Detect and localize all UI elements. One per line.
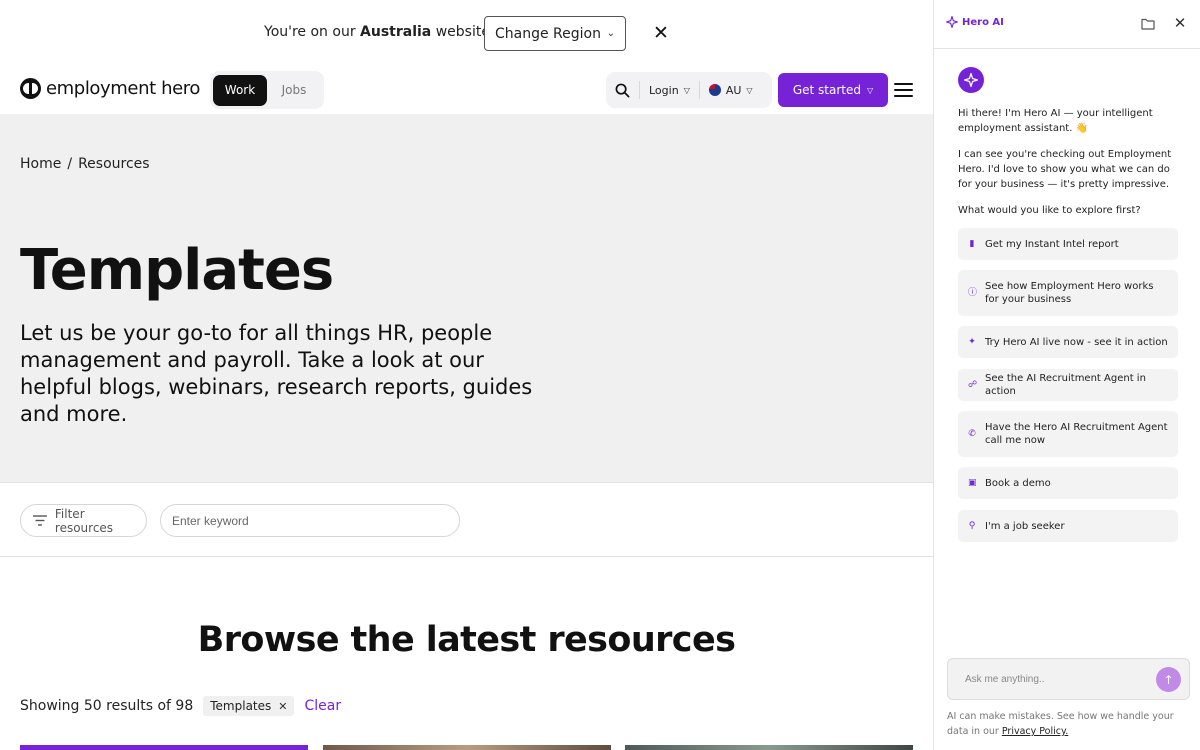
option-recruitment-agent[interactable]: ☍ See the AI Recruitment Agent in action [958,369,1178,401]
work-jobs-toggle: Work Jobs [210,71,324,109]
bar-chart-icon: ▮ [969,238,975,249]
logo-text: employment hero [46,78,200,99]
menu-icon[interactable] [894,80,914,100]
chevron-down-icon: ▽ [867,85,874,95]
results-count: Showing 50 results of 98 [20,698,194,714]
filter-resources-button[interactable]: Filter resources [20,504,147,537]
option-label: Have the Hero AI Recruitment Agent call … [985,422,1168,446]
main-page: You're on our Australia website Change R… [0,0,933,750]
privacy-policy-link[interactable]: Privacy Policy. [1002,726,1068,737]
option-instant-intel[interactable]: ▮ Get my Instant Intel report [958,228,1178,260]
login-label: Login [649,83,679,97]
info-circle-icon: ⓘ [968,287,978,298]
region-country: Australia [360,24,432,40]
clear-filters-link[interactable]: Clear [304,698,341,714]
get-started-label: Get started [792,83,861,97]
australia-flag-icon [708,84,721,96]
breadcrumb: Home / Resources [20,156,150,172]
panel-brand: Hero AI [946,16,1004,28]
remove-filter-icon[interactable]: ✕ [278,700,287,713]
option-label: Book a demo [985,477,1051,489]
chat-input-box: ↑ [947,658,1190,700]
assistant-intro: I can see you're checking out Employment… [958,149,1172,190]
option-label: I'm a job seeker [985,520,1065,532]
top-nav: employment hero Work Jobs Login ▽ AU ▽ G… [0,66,933,114]
region-menu[interactable]: AU ▽ [700,84,762,97]
sparkle-icon [946,16,958,28]
region-banner: You're on our Australia website Change R… [0,0,933,66]
option-label: Get my Instant Intel report [985,238,1119,250]
nav-utility-group: Login ▽ AU ▽ [606,72,772,108]
person-icon: ⚲ [968,520,976,531]
search-button[interactable] [606,72,639,108]
toggle-work[interactable]: Work [213,74,267,106]
results-summary: Showing 50 results of 98 Templates ✕ Cle… [20,696,341,716]
arrow-up-icon: ↑ [1163,672,1174,687]
ai-disclaimer: AI can make mistakes. See how we handle … [947,709,1192,739]
chat-input[interactable] [948,659,1153,699]
option-try-hero-ai[interactable]: ✦ Try Hero AI live now - see it in actio… [958,326,1178,358]
hero-ai-panel: Hero AI ✕ Hi there! I'm Hero AI — your i… [933,0,1200,750]
chevron-down-icon: ▽ [683,85,690,95]
breadcrumb-home[interactable]: Home [20,156,61,172]
keyword-input[interactable] [160,504,460,537]
change-region-label: Change Region [495,25,601,42]
filter-icon [33,515,47,526]
option-label: See how Employment Hero works for your b… [985,281,1154,305]
user-plus-icon: ☍ [968,379,978,390]
close-icon[interactable]: ✕ [1172,15,1188,31]
assistant-avatar [958,67,984,93]
change-region-select[interactable]: Change Region ⌄ [484,16,626,51]
option-label: See the AI Recruitment Agent in action [985,373,1146,397]
breadcrumb-separator: / [67,156,73,172]
close-icon[interactable]: ✕ [650,22,672,44]
breadcrumb-current[interactable]: Resources [78,156,150,172]
region-suffix: website [431,24,490,40]
send-button[interactable]: ↑ [1156,667,1181,692]
phone-icon: ✆ [968,428,976,439]
resource-card[interactable] [625,745,913,750]
search-icon [615,83,630,97]
resource-card[interactable] [323,745,611,750]
logo[interactable]: employment hero [20,78,200,99]
logo-mark-icon [20,78,41,99]
active-filter-label: Templates [210,699,272,713]
filter-resources-label: Filter resources [54,506,114,535]
option-job-seeker[interactable]: ⚲ I'm a job seeker [958,510,1178,542]
assistant-greeting: Hi there! I'm Hero AI — your intelligent… [958,108,1153,134]
active-filter-chip[interactable]: Templates ✕ [203,696,295,716]
filter-bar: Filter resources [0,483,933,557]
sparkle-icon: ✦ [968,336,976,347]
option-agent-call[interactable]: ✆ Have the Hero AI Recruitment Agent cal… [958,411,1178,457]
region-message: You're on our Australia website [264,24,490,40]
resource-card[interactable] [20,745,308,750]
get-started-button[interactable]: Get started ▽ [778,73,888,107]
browse-heading: Browse the latest resources [197,620,736,660]
region-prefix: You're on our [264,24,361,40]
panel-header: Hero AI ✕ [934,0,1200,49]
panel-title: Hero AI [962,16,1004,28]
toggle-jobs[interactable]: Jobs [267,75,321,106]
resource-cards [20,745,913,750]
sparkle-icon [964,73,978,87]
calendar-icon: ▣ [968,477,977,488]
folder-icon[interactable] [1140,16,1156,32]
page-description: Let us be your go-to for all things HR, … [20,321,533,426]
chevron-down-icon: ▽ [746,85,753,95]
option-how-it-works[interactable]: ⓘ See how Employment Hero works for your… [958,270,1178,316]
option-label: Try Hero AI live now - see it in action [985,336,1168,348]
option-book-demo[interactable]: ▣ Book a demo [958,467,1178,499]
assistant-question: What would you like to explore first? [958,205,1141,216]
region-label: AU [725,83,742,97]
login-menu[interactable]: Login ▽ [640,84,699,97]
page-title: Templates [20,238,334,303]
chevron-down-icon: ⌄ [606,28,615,39]
hero-section: Home / Resources Templates Let us be you… [0,114,933,483]
